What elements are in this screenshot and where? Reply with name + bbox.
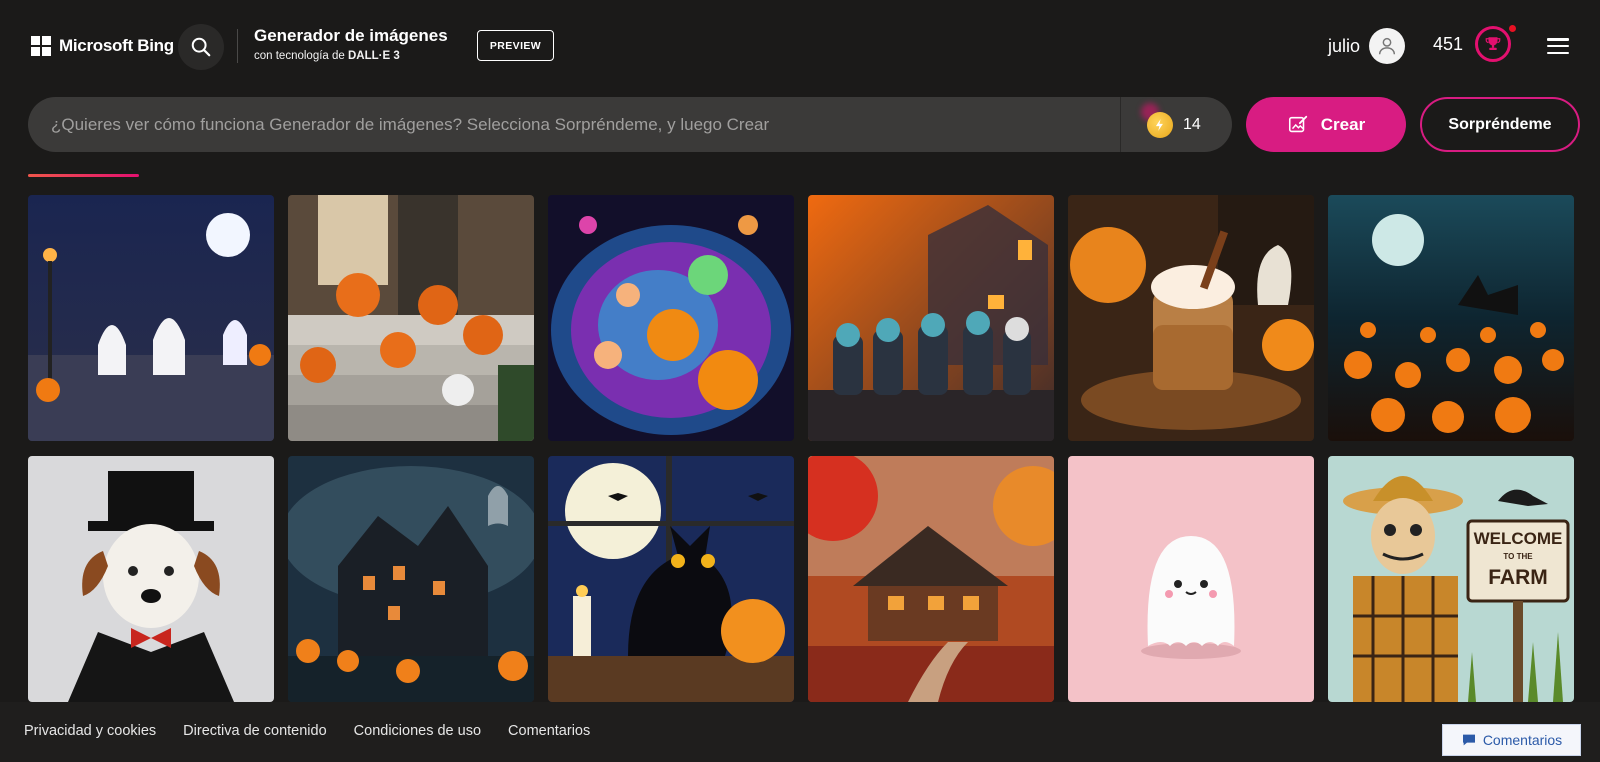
notification-dot <box>1509 25 1517 32</box>
porch-pumpkins-image <box>288 195 534 441</box>
create-button[interactable]: Crear <box>1246 97 1406 152</box>
feedback-button[interactable]: Comentarios <box>1442 724 1581 756</box>
rewards-button[interactable]: 451 <box>1433 25 1517 62</box>
footer-link-terms[interactable]: Condiciones de uso <box>354 723 481 739</box>
boost-bolt-icon <box>1147 111 1173 138</box>
page-title: Generador de imágenes <box>254 26 448 45</box>
gallery-image[interactable] <box>548 456 794 702</box>
gallery-image[interactable] <box>288 195 534 441</box>
trophy-icon <box>1475 25 1517 62</box>
create-label: Crear <box>1320 114 1366 134</box>
gallery-image[interactable] <box>808 195 1054 441</box>
footer-link-feedback[interactable]: Comentarios <box>508 723 590 739</box>
boost-count: 14 <box>1183 115 1201 133</box>
footer-link-content-policy[interactable]: Directiva de contenido <box>183 723 326 739</box>
gallery-image[interactable] <box>288 456 534 702</box>
footer-link-privacy[interactable]: Privacidad y cookies <box>24 723 156 739</box>
gallery-image[interactable] <box>1068 456 1314 702</box>
footer-links: Privacidad y cookies Directiva de conten… <box>24 723 590 739</box>
hamburger-menu-icon[interactable] <box>1547 38 1569 54</box>
glowing-bowl-image <box>548 195 794 441</box>
page-subtitle: con tecnología de DALL·E 3 <box>254 50 448 62</box>
prompt-input[interactable] <box>28 97 1120 152</box>
gallery-image[interactable] <box>548 195 794 441</box>
gallery-image[interactable] <box>1328 195 1574 441</box>
prompt-bar: 14 <box>28 97 1232 152</box>
windows-logo-icon <box>31 36 51 56</box>
page-footer: Privacidad y cookies Directiva de conten… <box>0 702 1600 762</box>
brand-name: Microsoft Bing <box>59 36 174 55</box>
black-cat-moon-image <box>548 456 794 702</box>
product-title-block: Generador de imágenes con tecnología de … <box>254 26 448 62</box>
pumpkin-latte-image <box>1068 195 1314 441</box>
preview-badge: PREVIEW <box>477 30 554 61</box>
search-button[interactable] <box>178 24 224 70</box>
pumpkin-field-image <box>1328 195 1574 441</box>
chat-bubble-icon <box>1462 734 1475 746</box>
haunted-house-image <box>288 456 534 702</box>
bing-image-creator-page: Microsoft Bing Generador de imágenes con… <box>0 0 1600 762</box>
feedback-label: Comentarios <box>1482 732 1563 748</box>
image-create-icon <box>1288 115 1307 132</box>
kids-costumes-image <box>808 195 1054 441</box>
surprise-me-button[interactable]: Sorpréndeme <box>1420 97 1580 152</box>
gallery-image[interactable] <box>28 456 274 702</box>
user-avatar-icon <box>1369 28 1406 64</box>
autumn-cabin-image <box>808 456 1054 702</box>
reward-points: 451 <box>1433 33 1464 54</box>
active-tab-indicator <box>28 174 139 177</box>
farm-sign-line-3: FARM <box>1488 566 1548 589</box>
dog-vampire-image <box>28 456 274 702</box>
farm-sign-line-2: TO THE <box>1503 552 1533 561</box>
user-account[interactable]: julio <box>1328 28 1406 64</box>
cute-ghost-image <box>1068 456 1314 702</box>
top-header: Microsoft Bing Generador de imágenes con… <box>0 0 1600 92</box>
boost-counter[interactable]: 14 <box>1120 97 1232 152</box>
user-name: julio <box>1328 35 1361 56</box>
gallery-image[interactable]: WELCOME TO THE FARM <box>1328 456 1574 702</box>
microsoft-bing-logo[interactable]: Microsoft Bing <box>31 36 174 56</box>
farm-sign-line-1: WELCOME <box>1474 529 1563 548</box>
ghosts-street-image <box>28 195 274 441</box>
gallery-image[interactable] <box>28 195 274 441</box>
image-gallery: WELCOME TO THE FARM <box>28 195 1580 702</box>
model-name: DALL·E 3 <box>348 50 400 62</box>
gallery-image[interactable] <box>808 456 1054 702</box>
scarecrow-farm-image: WELCOME TO THE FARM <box>1328 456 1574 702</box>
header-divider <box>237 29 238 63</box>
search-icon <box>191 37 211 57</box>
gallery-image[interactable] <box>1068 195 1314 441</box>
subtitle-prefix: con tecnología de <box>254 50 345 62</box>
